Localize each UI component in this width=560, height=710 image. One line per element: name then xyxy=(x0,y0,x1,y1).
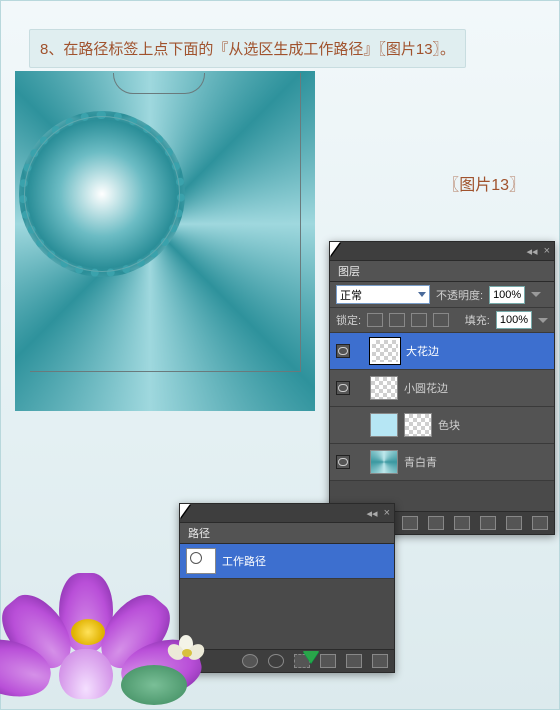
chevron-down-icon[interactable] xyxy=(538,318,548,323)
document-canvas xyxy=(15,71,315,411)
blend-mode-select[interactable]: 正常 xyxy=(336,285,430,304)
lock-brush-icon[interactable] xyxy=(389,313,405,327)
lotus-center xyxy=(71,619,105,645)
new-layer-icon[interactable] xyxy=(506,516,522,530)
layer-thumbnail[interactable] xyxy=(370,450,398,474)
green-arrow-cursor xyxy=(303,651,319,663)
lock-row: 锁定: 填充: 100% xyxy=(330,308,554,333)
layer-row[interactable]: 色块 xyxy=(330,407,554,444)
paths-panel: ◂◂ × 路径 工作路径 xyxy=(179,503,395,673)
lotus-leaf-decoration xyxy=(121,665,187,705)
layer-thumbnail[interactable] xyxy=(370,376,398,400)
path-thumbnail[interactable] xyxy=(186,548,216,574)
trash-icon[interactable] xyxy=(372,654,388,668)
instruction-bar: 8、在路径标签上点下面的『从选区生成工作路径』〖图片13〗。 xyxy=(29,29,466,68)
layer-thumbnail[interactable] xyxy=(370,413,398,437)
layer-mask-thumbnail[interactable] xyxy=(404,413,432,437)
mask-icon[interactable] xyxy=(428,516,444,530)
layer-name: 青白青 xyxy=(404,454,437,470)
cursor-icon xyxy=(522,341,538,361)
visibility-eye-icon[interactable] xyxy=(336,344,350,358)
new-path-icon[interactable] xyxy=(346,654,362,668)
figure-label: 〖图片13〗 xyxy=(443,171,525,195)
work-path-notch xyxy=(113,73,205,94)
fill-input[interactable]: 100% xyxy=(496,311,532,329)
close-icon[interactable]: × xyxy=(384,507,390,519)
layer-name: 小圆花边 xyxy=(404,380,448,396)
path-row-selected[interactable]: 工作路径 xyxy=(180,544,394,579)
layer-row[interactable]: 青白青 xyxy=(330,444,554,481)
paths-footer xyxy=(180,649,394,672)
selection-to-path-icon[interactable] xyxy=(320,654,336,668)
blend-row: 正常 不透明度: 100% xyxy=(330,282,554,308)
paths-empty xyxy=(180,579,394,649)
small-white-flower xyxy=(167,635,207,665)
layer-name: 色块 xyxy=(438,417,460,433)
collapse-icon[interactable]: ◂◂ xyxy=(367,507,378,520)
layer-thumbnail[interactable] xyxy=(370,338,400,364)
lock-label: 锁定: xyxy=(336,312,361,328)
panel-titlebar: ◂◂ × xyxy=(180,504,394,523)
layer-name: 大花边 xyxy=(406,343,439,359)
adjustment-icon[interactable] xyxy=(454,516,470,530)
step-text: 在路径标签上点下面的『从选区生成工作路径』〖图片13〗。 xyxy=(63,41,455,58)
paths-tab[interactable]: 路径 xyxy=(180,523,394,544)
lock-all-icon[interactable] xyxy=(433,313,449,327)
path-name: 工作路径 xyxy=(222,553,266,569)
stroke-path-icon[interactable] xyxy=(268,654,284,668)
lock-move-icon[interactable] xyxy=(411,313,427,327)
cursor-icon xyxy=(362,551,378,571)
opacity-label: 不透明度: xyxy=(436,287,483,303)
fx-icon[interactable] xyxy=(402,516,418,530)
scalloped-circle xyxy=(19,111,185,277)
layer-row[interactable]: 小圆花边 xyxy=(330,370,554,407)
layers-tab[interactable]: 图层 xyxy=(330,261,554,282)
close-icon[interactable]: × xyxy=(544,245,550,257)
step-number: 8、 xyxy=(40,41,63,58)
layers-panel: ◂◂ × 图层 正常 不透明度: 100% 锁定: 填充: 100% 大花边 xyxy=(329,241,555,535)
visibility-eye-icon[interactable] xyxy=(336,381,350,395)
fill-path-icon[interactable] xyxy=(242,654,258,668)
opacity-input[interactable]: 100% xyxy=(489,286,525,304)
layer-row-selected[interactable]: 大花边 xyxy=(330,333,554,370)
visibility-eye-icon[interactable] xyxy=(336,455,350,469)
group-icon[interactable] xyxy=(480,516,496,530)
panel-titlebar: ◂◂ × xyxy=(330,242,554,261)
trash-icon[interactable] xyxy=(532,516,548,530)
collapse-icon[interactable]: ◂◂ xyxy=(527,245,538,258)
chevron-down-icon xyxy=(418,292,426,297)
fill-label: 填充: xyxy=(465,312,490,328)
chevron-down-icon[interactable] xyxy=(531,292,541,297)
lock-transparent-icon[interactable] xyxy=(367,313,383,327)
